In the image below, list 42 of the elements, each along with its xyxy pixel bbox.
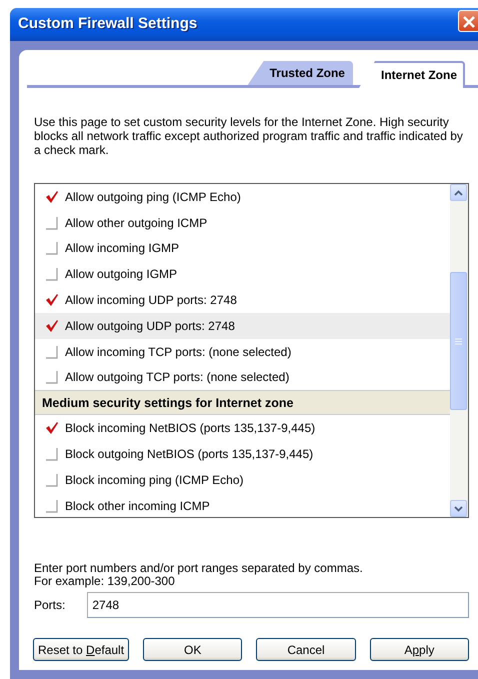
close-button[interactable] — [458, 10, 478, 32]
option-label: Allow incoming UDP ports: 2748 — [65, 292, 237, 310]
checkbox[interactable] — [45, 498, 59, 513]
option-label: Allow other outgoing ICMP — [65, 214, 208, 232]
option-label: Allow incoming TCP ports: (none selected) — [65, 344, 292, 361]
section-header: Medium security settings for Internet zone — [35, 390, 450, 416]
checkmark-icon[interactable] — [45, 421, 59, 436]
hint-text: Enter port numbers and/or port ranges separated by commas. — [34, 562, 364, 575]
checkbox[interactable] — [45, 344, 59, 359]
hint-text: For example: 139,200-300 — [34, 575, 176, 588]
ports-label: Ports: — [34, 597, 66, 614]
checkbox[interactable] — [45, 472, 59, 487]
scrollbar-thumb[interactable] — [450, 272, 467, 410]
option-label: Allow outgoing TCP ports: (none selected) — [65, 369, 290, 386]
option-label: Block outgoing NetBIOS (ports 135,137-9,445) — [65, 446, 314, 464]
checkbox[interactable] — [45, 241, 59, 256]
window-title: Custom Firewall Settings — [18, 14, 198, 34]
option-label: Allow outgoing ping (ICMP Echo) — [65, 188, 241, 206]
ports-field[interactable]: 2748 — [87, 592, 469, 618]
dialog-button[interactable]: OK — [143, 638, 242, 661]
scroll-down-button[interactable] — [450, 500, 467, 517]
dialog-button[interactable]: Cancel — [256, 638, 356, 661]
dialog-button[interactable]: Apply — [370, 638, 469, 661]
checkbox[interactable] — [45, 370, 59, 384]
checkbox[interactable] — [45, 267, 59, 282]
option-label: Block incoming NetBIOS (ports 135,137-9,445) — [65, 420, 316, 438]
close-icon — [462, 14, 476, 29]
tab[interactable]: Internet Zone — [358, 61, 465, 88]
option-label: Block incoming ping (ICMP Echo) — [65, 472, 244, 489]
option-label: Block other incoming ICMP — [65, 498, 210, 515]
scroll-up-button[interactable] — [450, 184, 467, 201]
tab[interactable]: Trusted Zone — [248, 61, 353, 85]
option-label: Allow incoming IGMP — [65, 240, 180, 258]
checkbox[interactable] — [45, 216, 59, 230]
checkbox[interactable] — [45, 447, 59, 462]
option-label: Allow outgoing IGMP — [65, 266, 178, 284]
dialog-button[interactable]: Reset to Default — [33, 638, 130, 661]
option-label: Allow outgoing UDP ports: 2748 — [65, 318, 235, 335]
checkmark-icon[interactable] — [45, 190, 59, 204]
checkmark-icon[interactable] — [45, 293, 59, 308]
description-text: Use this page to set custom security levels for the Internet Zone. High security blocks all network traffic except authorized program traffic and traffic indicated by a check mark. — [34, 115, 464, 157]
checkmark-icon[interactable] — [45, 318, 59, 333]
